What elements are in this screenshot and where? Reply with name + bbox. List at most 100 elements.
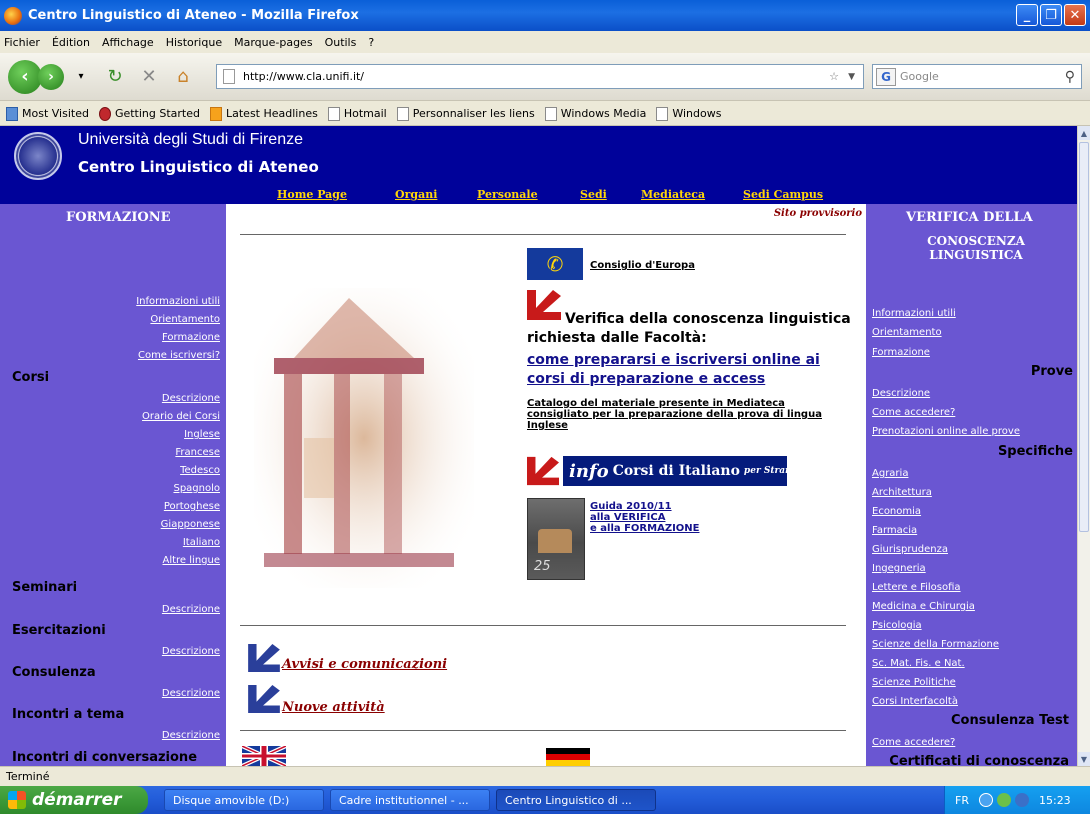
menu-help[interactable]: ? [368, 36, 374, 49]
spec-agraria[interactable]: Agraria [872, 468, 908, 479]
prove-prenotazioni[interactable]: Prenotazioni online alle prove [872, 426, 1020, 437]
verifica-link[interactable]: come prepararsi e iscriversi online ai c… [527, 351, 862, 389]
scrollbar-thumb[interactable] [1079, 142, 1089, 532]
history-dropdown-icon[interactable]: ▾ [68, 64, 94, 90]
menu-fichier[interactable]: Fichier [4, 36, 40, 49]
right-link-orientamento[interactable]: Orientamento [872, 327, 942, 338]
council-of-europe-logo[interactable]: ✆ [527, 248, 583, 280]
verifica-heading: VERIFICA DELLA [906, 210, 1033, 225]
menu-historique[interactable]: Historique [166, 36, 222, 49]
avvisi-link[interactable]: Avvisi e comunicazioni [282, 657, 447, 672]
uk-flag-icon[interactable] [242, 746, 286, 766]
corsi-descrizione[interactable]: Descrizione [162, 393, 220, 404]
task-cadre-institutionnel[interactable]: Cadre institutionnel - ... [330, 789, 490, 811]
right-link-formazione[interactable]: Formazione [872, 347, 930, 358]
minimize-icon[interactable]: _ [1016, 4, 1038, 26]
menu-outils[interactable]: Outils [325, 36, 357, 49]
menu-marque-pages[interactable]: Marque-pages [234, 36, 312, 49]
nav-personale[interactable]: Personale [477, 188, 538, 201]
guida-cover-image[interactable]: 25 [527, 498, 585, 580]
language-indicator[interactable]: FR [955, 794, 969, 807]
spec-corsi-interfacolta[interactable]: Corsi Interfacoltà [872, 696, 958, 707]
task-disque-amovible[interactable]: Disque amovible (D:) [164, 789, 324, 811]
home-icon[interactable]: ⌂ [170, 64, 196, 90]
nav-mediateca[interactable]: Mediateca [641, 188, 705, 201]
spec-economia[interactable]: Economia [872, 506, 921, 517]
nuove-attivita-link[interactable]: Nuove attività [282, 700, 385, 715]
corsi-portoghese[interactable]: Portoghese [164, 501, 220, 512]
right-link-informazioni[interactable]: Informazioni utili [872, 308, 956, 319]
bookmark-windows-media[interactable]: Windows Media [544, 106, 646, 121]
reload-icon[interactable]: ↻ [102, 64, 128, 90]
menu-affichage[interactable]: Affichage [102, 36, 154, 49]
prove-come-accedere[interactable]: Come accedere? [872, 407, 955, 418]
left-link-informazioni[interactable]: Informazioni utili [136, 296, 220, 307]
close-icon[interactable]: ✕ [1064, 4, 1086, 26]
prove-descrizione[interactable]: Descrizione [872, 388, 930, 399]
corsi-francese[interactable]: Francese [175, 447, 220, 458]
corsi-altre-lingue[interactable]: Altre lingue [163, 555, 221, 566]
council-of-europe-link[interactable]: Consiglio d'Europa [590, 260, 695, 271]
incontri-tema-descrizione[interactable]: Descrizione [162, 730, 220, 741]
url-dropdown-icon[interactable]: ▼ [848, 72, 855, 82]
address-bar[interactable]: http://www.cla.unifi.it/ ☆ ▼ [216, 64, 864, 89]
menu-edition[interactable]: Édition [52, 36, 90, 49]
left-link-formazione[interactable]: Formazione [162, 332, 220, 343]
bookmark-latest-headlines[interactable]: Latest Headlines [210, 106, 318, 121]
search-icon[interactable]: ⚲ [1065, 69, 1075, 85]
spec-medicina-chirurgia[interactable]: Medicina e Chirurgia [872, 601, 975, 612]
spec-scienze-formazione[interactable]: Scienze della Formazione [872, 639, 999, 650]
consulenza-descrizione[interactable]: Descrizione [162, 688, 220, 699]
info-corsi-italiano-banner[interactable]: info Corsi di Italiano per Stranieri [563, 456, 809, 486]
german-flag-icon[interactable] [546, 748, 590, 766]
corsi-tedesco[interactable]: Tedesco [180, 465, 220, 476]
page-scrollbar[interactable]: ▲ ▼ [1077, 126, 1090, 766]
guida-link[interactable]: Guida 2010/11 alla VERIFICA e alla FORMA… [590, 501, 700, 534]
spec-lettere-filosofia[interactable]: Lettere e Filosofia [872, 582, 961, 593]
tray-network-icon[interactable] [996, 793, 1011, 807]
catalogo-link[interactable]: Catalogo del materiale presente in Media… [527, 398, 847, 431]
search-input[interactable]: G Google ⚲ [872, 64, 1082, 89]
corsi-inglese[interactable]: Inglese [184, 429, 220, 440]
bookmark-hotmail[interactable]: Hotmail [327, 106, 387, 121]
spec-psicologia[interactable]: Psicologia [872, 620, 922, 631]
task-centro-linguistico[interactable]: Centro Linguistico di ... [496, 789, 656, 811]
left-link-orientamento[interactable]: Orientamento [150, 314, 220, 325]
nav-sedi-campus[interactable]: Sedi Campus [743, 188, 823, 201]
spec-architettura[interactable]: Architettura [872, 487, 932, 498]
bookmark-getting-started[interactable]: Getting Started [98, 106, 200, 121]
seminari-descrizione[interactable]: Descrizione [162, 604, 220, 615]
back-button[interactable]: ‹ [8, 59, 42, 94]
spec-farmacia[interactable]: Farmacia [872, 525, 917, 536]
google-engine-icon[interactable]: G [876, 67, 896, 86]
corsi-italiano[interactable]: Italiano [183, 537, 220, 548]
consulenza-come-accedere[interactable]: Come accedere? [872, 737, 955, 748]
getting-started-icon [98, 106, 111, 121]
spec-scienze-politiche[interactable]: Scienze Politiche [872, 677, 956, 688]
spec-ingegneria[interactable]: Ingegneria [872, 563, 926, 574]
nav-sedi[interactable]: Sedi [580, 188, 607, 201]
bookmark-most-visited[interactable]: Most Visited [6, 106, 89, 121]
scroll-up-icon[interactable]: ▲ [1078, 126, 1090, 140]
spec-sc-mat-fis-nat[interactable]: Sc. Mat. Fis. e Nat. [872, 658, 965, 669]
tray-monitor-icon[interactable] [1014, 793, 1029, 807]
esercitazioni-descrizione[interactable]: Descrizione [162, 646, 220, 657]
bookmark-star-icon[interactable]: ☆ [829, 70, 839, 83]
bookmark-windows[interactable]: Windows [656, 106, 721, 121]
forward-button[interactable]: › [38, 63, 64, 90]
bookmark-personnaliser[interactable]: Personnaliser les liens [396, 106, 535, 121]
nav-organi[interactable]: Organi [395, 188, 437, 201]
start-button[interactable]: démarrer [0, 786, 148, 814]
stop-icon[interactable]: ✕ [136, 64, 162, 90]
left-link-come-iscriversi[interactable]: Come iscriversi? [138, 350, 220, 361]
corsi-giapponese[interactable]: Giapponese [161, 519, 220, 530]
nav-home-page[interactable]: Home Page [277, 188, 347, 201]
formazione-heading: FORMAZIONE [66, 210, 171, 225]
scroll-down-icon[interactable]: ▼ [1078, 752, 1090, 766]
spec-giurisprudenza[interactable]: Giurisprudenza [872, 544, 948, 555]
tray-back-icon[interactable] [978, 793, 993, 807]
maximize-icon[interactable]: ❐ [1040, 4, 1062, 26]
firefox-icon [4, 6, 22, 25]
corsi-spagnolo[interactable]: Spagnolo [173, 483, 220, 494]
corsi-orario[interactable]: Orario dei Corsi [142, 411, 220, 422]
